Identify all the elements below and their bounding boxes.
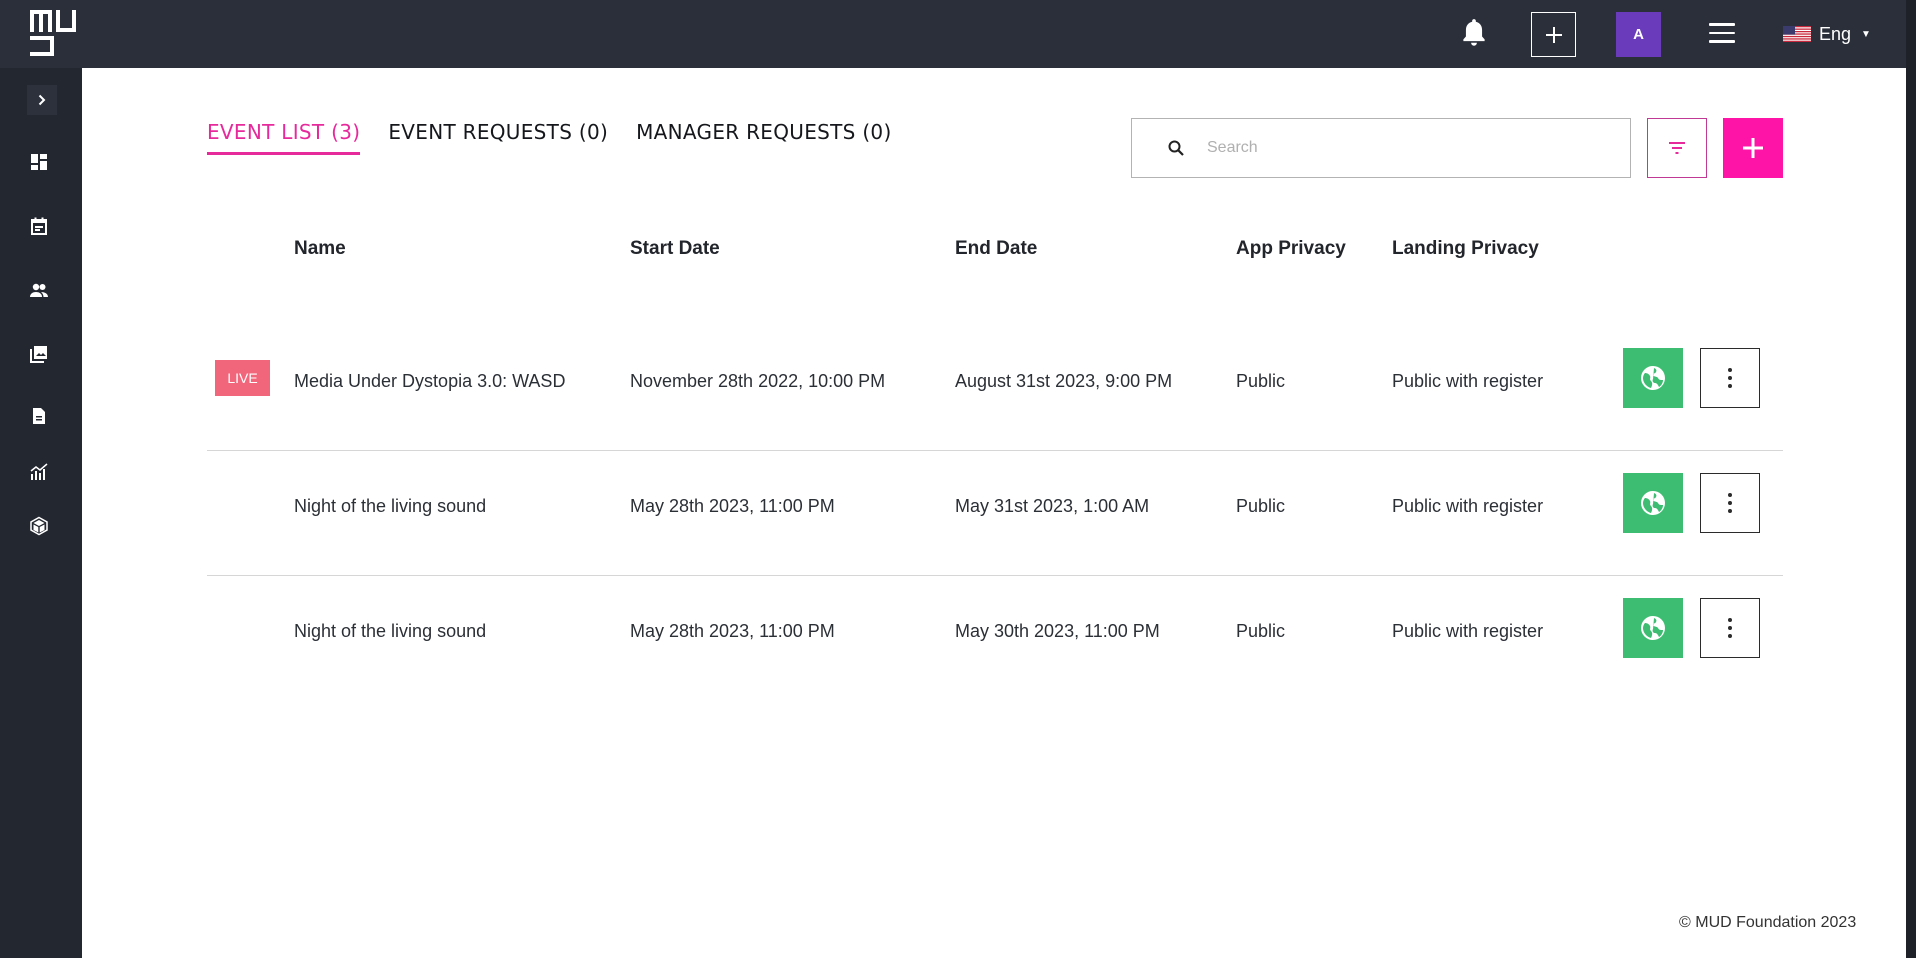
language-selector[interactable]: Eng ▼ bbox=[1783, 20, 1871, 48]
filter-button[interactable] bbox=[1647, 118, 1707, 178]
cube-icon bbox=[30, 516, 48, 536]
plus-icon bbox=[1545, 26, 1562, 43]
sidebar-toggle-button[interactable] bbox=[27, 85, 57, 115]
column-header-name[interactable]: Name bbox=[294, 238, 346, 260]
landing-privacy: Public with register bbox=[1392, 496, 1544, 516]
filter-icon bbox=[1669, 142, 1685, 154]
column-header-start-date[interactable]: Start Date bbox=[630, 238, 720, 260]
notification-bell-icon[interactable] bbox=[1460, 18, 1488, 48]
language-label: Eng bbox=[1819, 23, 1852, 44]
dashboard-icon bbox=[31, 154, 47, 170]
gallery-icon bbox=[30, 346, 47, 363]
user-avatar[interactable]: A bbox=[1616, 12, 1661, 57]
us-flag-icon bbox=[1783, 26, 1811, 42]
tab-event-list[interactable]: EVENT LIST (3) bbox=[207, 120, 361, 155]
open-landing-button[interactable] bbox=[1623, 598, 1683, 658]
event-name[interactable]: Night of the living sound bbox=[294, 496, 486, 517]
sidebar-item-dashboard[interactable] bbox=[29, 152, 49, 172]
hamburger-menu-icon[interactable] bbox=[1709, 23, 1735, 43]
tab-manager-requests[interactable]: MANAGER REQUESTS (0) bbox=[636, 120, 891, 155]
kebab-icon bbox=[1728, 618, 1732, 622]
main-content: EVENT LIST (3) EVENT REQUESTS (0) MANAGE… bbox=[82, 68, 1906, 958]
quick-add-button[interactable] bbox=[1531, 12, 1576, 57]
globe-icon bbox=[1641, 366, 1665, 390]
end-date: May 31st 2023, 1:00 AM bbox=[955, 496, 1150, 516]
event-table: LIVE Media Under Dystopia 3.0: WASD Nove… bbox=[207, 326, 1783, 701]
tab-event-requests[interactable]: EVENT REQUESTS (0) bbox=[388, 120, 608, 155]
end-date: August 31st 2023, 9:00 PM bbox=[955, 371, 1173, 391]
table-row[interactable]: Night of the living sound May 28th 2023,… bbox=[207, 451, 1783, 576]
table-header: Name Start Date End Date App Privacy Lan… bbox=[207, 238, 1783, 278]
landing-privacy: Public with register bbox=[1392, 621, 1544, 641]
kebab-icon bbox=[1728, 368, 1732, 372]
top-navigation-bar: A Eng ▼ bbox=[0, 0, 1906, 68]
sidebar-item-gallery[interactable] bbox=[29, 344, 49, 364]
open-landing-button[interactable] bbox=[1623, 473, 1683, 533]
table-row[interactable]: LIVE Media Under Dystopia 3.0: WASD Nove… bbox=[207, 326, 1783, 451]
document-icon bbox=[33, 408, 45, 424]
analytics-icon bbox=[30, 463, 48, 480]
search-input[interactable] bbox=[1207, 139, 1587, 157]
event-name[interactable]: Night of the living sound bbox=[294, 621, 486, 642]
globe-icon bbox=[1641, 616, 1665, 640]
table-row[interactable]: Night of the living sound May 28th 2023,… bbox=[207, 576, 1783, 701]
mud-logo[interactable] bbox=[28, 8, 78, 58]
event-name[interactable]: Media Under Dystopia 3.0: WASD bbox=[294, 371, 565, 392]
users-icon bbox=[30, 283, 48, 297]
more-options-button[interactable] bbox=[1700, 473, 1760, 533]
caret-down-icon: ▼ bbox=[1861, 28, 1871, 40]
app-privacy: Public bbox=[1236, 371, 1286, 391]
open-landing-button[interactable] bbox=[1623, 348, 1683, 408]
sidebar-item-users[interactable] bbox=[29, 280, 49, 300]
landing-privacy: Public with register bbox=[1392, 371, 1544, 391]
live-badge: LIVE bbox=[215, 360, 270, 396]
plus-icon bbox=[1743, 138, 1763, 158]
add-event-button[interactable] bbox=[1723, 118, 1783, 178]
column-header-app-privacy[interactable]: App Privacy bbox=[1236, 238, 1346, 260]
globe-icon bbox=[1641, 491, 1665, 515]
start-date: May 28th 2023, 11:00 PM bbox=[630, 621, 835, 641]
sidebar-item-analytics[interactable] bbox=[29, 462, 49, 482]
sidebar-item-events[interactable] bbox=[29, 216, 49, 236]
kebab-icon bbox=[1728, 493, 1732, 497]
end-date: May 30th 2023, 11:00 PM bbox=[955, 621, 1160, 641]
column-header-landing-privacy[interactable]: Landing Privacy bbox=[1392, 238, 1539, 260]
chevron-right-icon bbox=[38, 94, 46, 106]
app-privacy: Public bbox=[1236, 496, 1286, 516]
calendar-icon bbox=[31, 217, 47, 235]
event-tabs: EVENT LIST (3) EVENT REQUESTS (0) MANAGE… bbox=[207, 120, 920, 155]
app-privacy: Public bbox=[1236, 621, 1286, 641]
sidebar-item-products[interactable] bbox=[29, 516, 49, 536]
more-options-button[interactable] bbox=[1700, 598, 1760, 658]
footer-copyright: © MUD Foundation 2023 bbox=[1679, 914, 1857, 931]
page-scrollbar[interactable] bbox=[1906, 0, 1916, 958]
search-box bbox=[1131, 118, 1631, 178]
sidebar-item-documents[interactable] bbox=[29, 406, 49, 426]
search-icon bbox=[1168, 140, 1184, 156]
sidebar bbox=[0, 68, 82, 958]
start-date: November 28th 2022, 10:00 PM bbox=[630, 371, 886, 391]
more-options-button[interactable] bbox=[1700, 348, 1760, 408]
start-date: May 28th 2023, 11:00 PM bbox=[630, 496, 835, 516]
column-header-end-date[interactable]: End Date bbox=[955, 238, 1037, 260]
